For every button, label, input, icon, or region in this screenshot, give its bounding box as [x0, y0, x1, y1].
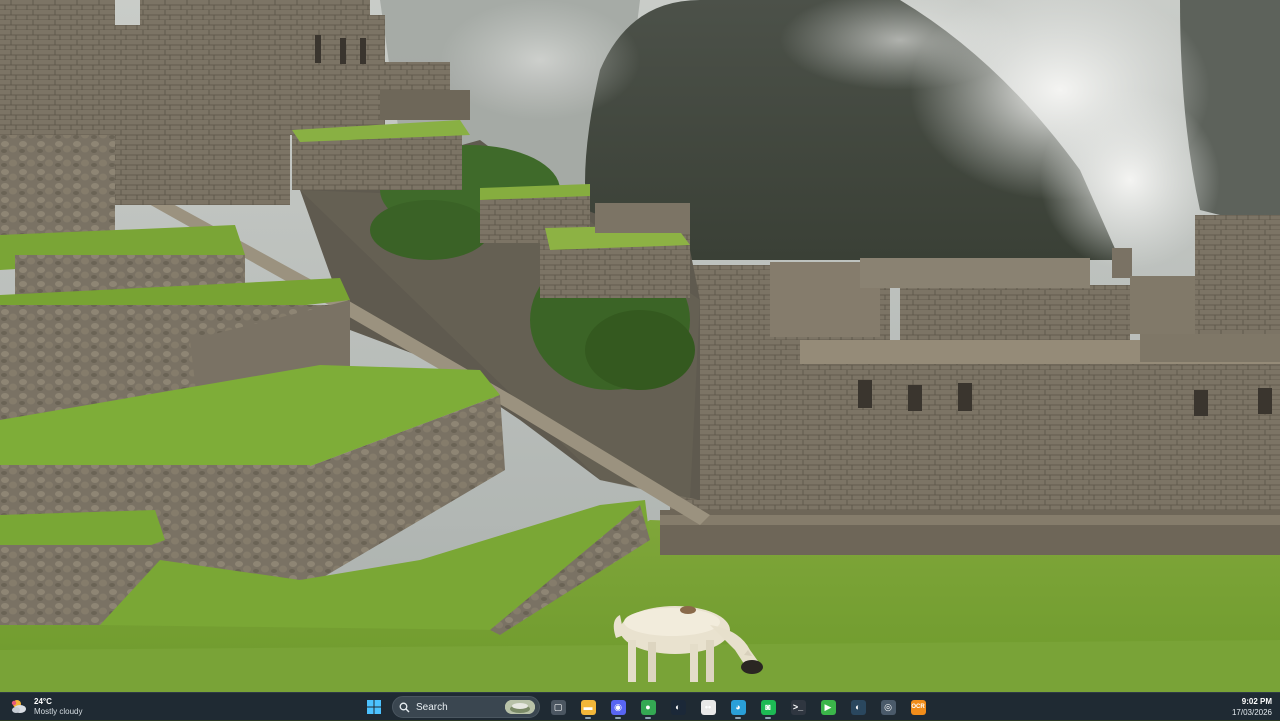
pinned-apps: ▢ ▬ ◉ ● ◐ •• ◕ ◙ >_ ▶ ◐ ◎ OCR: [546, 695, 930, 719]
taskbar-app-button[interactable]: ●: [636, 695, 660, 719]
search-label: Search: [416, 701, 448, 713]
search-icon: [399, 702, 410, 712]
taskbar-app-button[interactable]: ◉: [606, 695, 630, 719]
taskbar-app-button[interactable]: ◐: [666, 695, 690, 719]
taskbar-app-button[interactable]: ◐: [846, 695, 870, 719]
search-box[interactable]: Search: [392, 696, 540, 718]
taskbar-app-button[interactable]: ••: [696, 695, 720, 719]
taskbar-app-button[interactable]: ◙: [756, 695, 780, 719]
cloud-sun-icon: [10, 698, 28, 716]
edge-icon: ◕: [730, 699, 746, 715]
search-highlight-image: [505, 700, 535, 714]
weather-condition: Mostly cloudy: [34, 707, 83, 716]
weather-text: 24°C Mostly cloudy: [34, 697, 82, 717]
taskbar-app-button[interactable]: >_: [786, 695, 810, 719]
terminal-icon: >_: [790, 699, 806, 715]
discord-icon: ◉: [610, 699, 626, 715]
clock-time: 9:02 PM: [1241, 697, 1272, 706]
weather-widget[interactable]: 24°C Mostly cloudy: [10, 695, 82, 719]
windows-start-icon: [367, 700, 381, 714]
file-explorer-icon: ▬: [580, 699, 596, 715]
chrome-icon: ●: [640, 699, 656, 715]
clock-date: 17/03/2026: [1231, 708, 1272, 717]
taskbar-app-button[interactable]: ◎: [876, 695, 900, 719]
taskbar: 24°C Mostly cloudy Search ▢ ▬ ◉ ● ◐ •• ◕…: [0, 692, 1280, 720]
wallpaper-image: [0, 0, 1280, 692]
chat-app-icon: ••: [700, 699, 716, 715]
taskbar-center: Search ▢ ▬ ◉ ● ◐ •• ◕ ◙ >_ ▶ ◐ ◎ OCR: [362, 695, 930, 719]
weather-temperature: 24°C: [34, 697, 52, 706]
task-view-icon: ▢: [550, 699, 566, 715]
taskbar-app-button[interactable]: ▶: [816, 695, 840, 719]
media-player-icon: ▶: [820, 699, 836, 715]
start-button[interactable]: [362, 695, 386, 719]
taskbar-app-button[interactable]: ▢: [546, 695, 570, 719]
taskbar-app-button[interactable]: ▬: [576, 695, 600, 719]
spotify-icon: ◙: [760, 699, 776, 715]
tool-app-icon: ◎: [880, 699, 896, 715]
taskbar-app-button[interactable]: OCR: [906, 695, 930, 719]
steam-icon: ◐: [670, 699, 686, 715]
desktop-wallpaper: [0, 0, 1280, 692]
taskbar-app-button[interactable]: ◕: [726, 695, 750, 719]
system-clock[interactable]: 9:02 PM 17/03/2026: [1232, 696, 1272, 718]
orange-app-icon: OCR: [910, 699, 926, 715]
steam-client-icon: ◐: [850, 699, 866, 715]
